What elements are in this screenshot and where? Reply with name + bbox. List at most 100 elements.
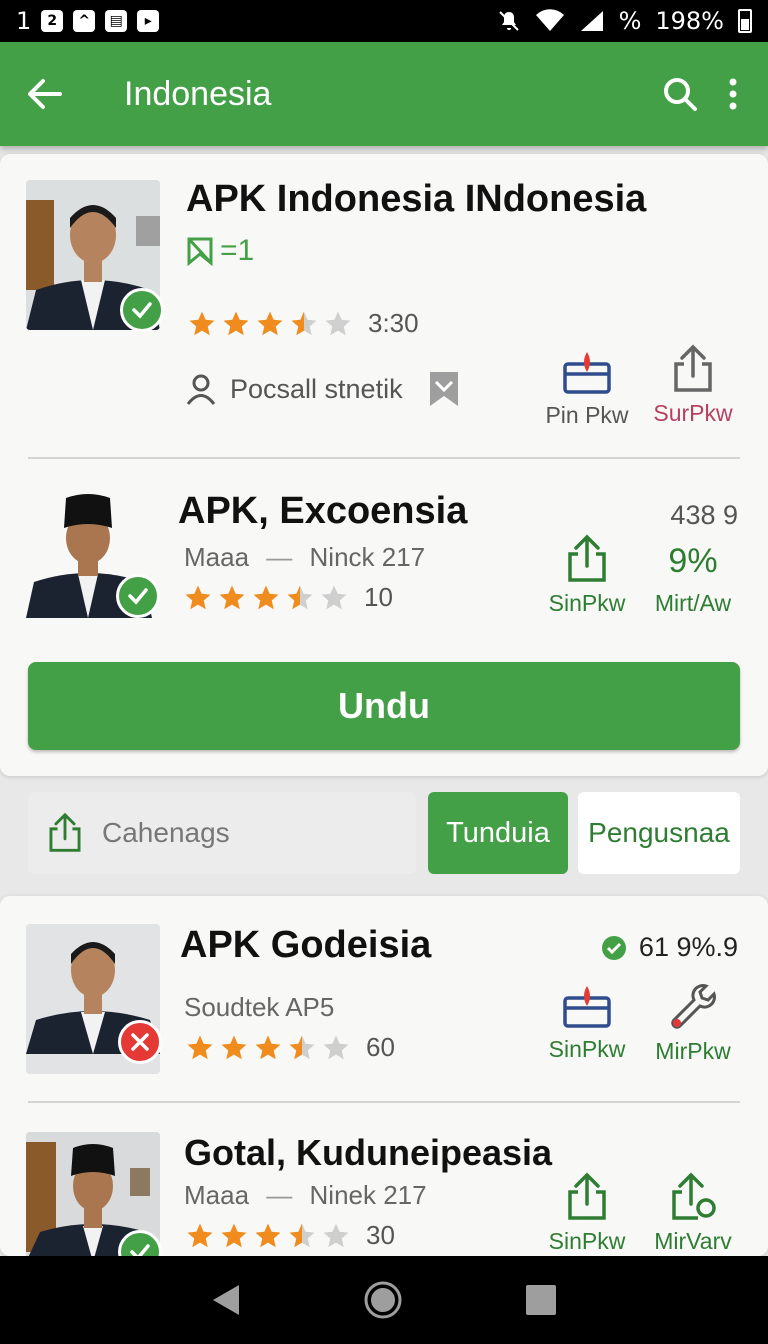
share-icon — [49, 812, 81, 852]
star-icon — [325, 311, 351, 335]
action-label: Mirt/Aw — [654, 590, 732, 616]
sub-right: Ninek 217 — [309, 1180, 427, 1210]
bookmark-icon[interactable] — [427, 370, 461, 408]
app-title[interactable]: APK Indonesia INdonesia — [186, 178, 646, 221]
star-icon — [289, 1223, 315, 1247]
back-arrow-icon — [28, 79, 62, 109]
share-icon — [674, 344, 712, 392]
rating-text: 3:30 — [368, 308, 419, 338]
rating-stars: 30 — [184, 1220, 395, 1251]
star-icon — [219, 585, 245, 609]
app-list-card: APK Godeisia Soudtek AP5 60 61 9%.9 SinP… — [0, 896, 768, 1282]
rating-stars: 60 — [184, 1032, 395, 1063]
rating-text: 30 — [366, 1220, 395, 1250]
nav-home-icon[interactable] — [363, 1280, 403, 1320]
star-icon — [257, 311, 283, 335]
percent-value: 9% — [668, 542, 718, 580]
bookmark-tag-icon — [187, 237, 213, 266]
tag-text: =1 — [220, 234, 255, 267]
system-nav-bar — [0, 1256, 768, 1344]
app-subtitle: Maaa — Ninek 217 — [184, 1180, 427, 1210]
search-icon[interactable] — [662, 76, 698, 112]
app-bar: Indonesia — [0, 42, 768, 146]
person-icon — [186, 374, 216, 405]
author-name: Pocsall stnetik — [230, 373, 403, 404]
star-icon — [321, 585, 347, 609]
battery-text: 198% — [655, 7, 724, 35]
download-count: 61 9%.9 — [638, 932, 738, 962]
back-button[interactable] — [0, 42, 90, 146]
share-action-button[interactable]: SinPkw — [532, 534, 642, 617]
star-icon — [291, 311, 317, 335]
divider — [28, 457, 740, 459]
app-tag: =1 — [186, 234, 254, 268]
tab-tunduia[interactable]: Tunduia — [428, 792, 568, 874]
notification-icon: 2 — [41, 10, 64, 32]
action-label: SinPkw — [548, 590, 626, 616]
install-icon — [563, 986, 611, 1028]
star-icon — [185, 585, 211, 609]
tools-action-button[interactable]: MirPkw — [638, 984, 748, 1065]
error-x-icon — [118, 1020, 162, 1064]
star-icon — [253, 585, 279, 609]
calendar-icon: ▤ — [105, 10, 128, 32]
star-icon — [187, 1035, 213, 1059]
share-action-button[interactable]: SinPkw — [532, 1172, 642, 1255]
download-count: 438 9 — [670, 500, 738, 530]
rating-text: 60 — [366, 1032, 395, 1062]
app-title[interactable]: APK, Excoensia — [178, 490, 467, 533]
star-icon — [255, 1035, 281, 1059]
status-bar: 1 2 ^ ▤ ▸ % 198% — [0, 0, 768, 42]
check-circle-icon — [601, 935, 626, 960]
star-icon — [323, 1223, 349, 1247]
category-input-text: Cahenags — [102, 817, 230, 848]
action-label: SurPkw — [653, 400, 733, 426]
nav-back-icon[interactable] — [211, 1283, 241, 1317]
alert-icon: ^ — [73, 10, 96, 32]
app-title[interactable]: APK Godeisia — [180, 924, 431, 967]
sub-left: Maaa — [184, 542, 250, 572]
verified-check-icon — [120, 288, 164, 332]
install-action-button[interactable]: SinPkw — [532, 984, 642, 1063]
share-icon — [568, 1172, 606, 1220]
more-options-icon[interactable] — [728, 78, 738, 110]
action-label: Pin Pkw — [545, 402, 629, 428]
star-icon — [221, 1223, 247, 1247]
signal-icon — [580, 11, 603, 31]
install-icon — [563, 352, 611, 394]
star-icon — [323, 1035, 349, 1059]
media-icon: ▸ — [137, 10, 160, 32]
action-label: SinPkw — [548, 1036, 626, 1062]
share-action-button[interactable]: SurPkw — [638, 344, 748, 427]
star-icon — [223, 311, 249, 335]
share-icon — [568, 534, 606, 582]
pin-action-button[interactable]: Pin Pkw — [532, 350, 642, 429]
page-title: Indonesia — [124, 74, 272, 113]
filter-bar: Cahenags Tunduia Pengusnaa — [0, 778, 768, 888]
percent-action-button[interactable]: 9% Mirt/Aw — [638, 542, 748, 617]
share-settings-action-button[interactable]: MirVarv — [638, 1172, 748, 1255]
rating-stars: 3:30 — [186, 308, 419, 339]
rating-text: 10 — [364, 582, 393, 612]
star-icon — [287, 585, 313, 609]
action-label: SinPkw — [548, 1228, 626, 1254]
app-list-card: APK Indonesia INdonesia =1 3:30 Pocsall … — [0, 154, 768, 776]
status-percent-sign: % — [618, 7, 642, 35]
sub-left: Maaa — [184, 1180, 250, 1210]
share-settings-icon — [672, 1172, 716, 1220]
download-button[interactable]: Undu — [28, 662, 740, 750]
star-icon — [255, 1223, 281, 1247]
mute-icon — [498, 11, 519, 31]
wifi-icon — [535, 9, 564, 31]
app-subtitle: Maaa — Ninck 217 — [184, 542, 426, 572]
star-icon — [189, 311, 215, 335]
battery-icon — [738, 9, 752, 33]
app-title[interactable]: Gotal, Kuduneipeasia — [184, 1132, 552, 1174]
divider — [28, 1101, 740, 1103]
action-label: MirVarv — [654, 1228, 732, 1254]
tab-pengusnaa[interactable]: Pengusnaa — [578, 792, 740, 874]
nav-recents-icon[interactable] — [525, 1284, 557, 1316]
author-row: Pocsall stnetik — [186, 370, 461, 408]
status-row: 61 9%.9 — [601, 932, 738, 963]
category-input[interactable]: Cahenags — [28, 792, 416, 874]
